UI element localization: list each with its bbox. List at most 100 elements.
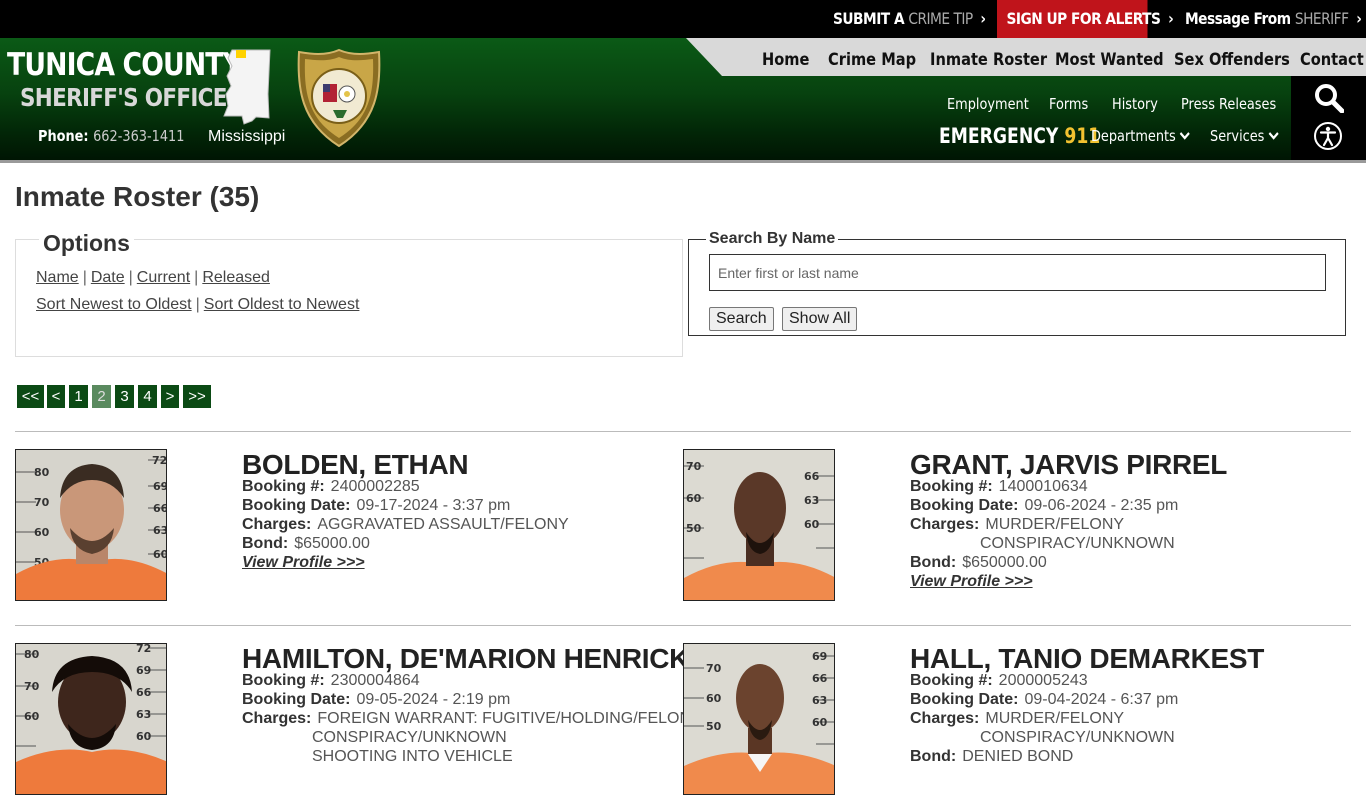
page-1-button[interactable]: 1: [69, 385, 88, 408]
search-icon[interactable]: [1314, 83, 1344, 113]
scale-tick: 60: [153, 548, 167, 561]
scale-tick: 69: [153, 480, 167, 493]
mississippi-map-icon: [223, 49, 271, 125]
charge-value: CONSPIRACY/UNKNOWN: [980, 535, 1175, 552]
nav-contact[interactable]: Contact: [1300, 38, 1364, 76]
sheriff-badge-logo[interactable]: [295, 48, 383, 148]
first-page-button[interactable]: <<: [17, 385, 44, 408]
sort-by-name-link[interactable]: Name: [36, 269, 79, 286]
scale-tick: 60: [706, 692, 722, 705]
sort-oldest-link[interactable]: Sort Oldest to Newest: [204, 296, 360, 313]
charge-value: CONSPIRACY/UNKNOWN: [312, 729, 507, 746]
page-4-button[interactable]: 4: [138, 385, 157, 408]
search-button[interactable]: Search: [709, 307, 774, 331]
phone-number[interactable]: 662-363-1411: [93, 127, 184, 145]
message-from-sheriff-link[interactable]: Message From SHERIFF ›: [1185, 0, 1362, 38]
date-value: 09-06-2024 - 2:35 pm: [1024, 497, 1179, 514]
mugshot-image: 80 70 60 72 69 66 63 60: [16, 644, 166, 794]
filter-released-link[interactable]: Released: [202, 269, 270, 286]
nav-home[interactable]: Home: [762, 38, 809, 76]
page-3-button[interactable]: 3: [115, 385, 134, 408]
scale-tick: 66: [153, 502, 167, 515]
filter-current-link[interactable]: Current: [137, 269, 190, 286]
nav-inmate-roster[interactable]: Inmate Roster: [930, 38, 1047, 76]
scale-tick: 60: [34, 526, 50, 539]
scale-tick: 69: [812, 650, 827, 663]
bond-value: DENIED BOND: [962, 748, 1074, 765]
sort-newest-link[interactable]: Sort Newest to Oldest: [36, 296, 192, 313]
submit-crime-tip-link[interactable]: SUBMIT A CRIME TIP ›: [833, 0, 986, 38]
mugshot-photo[interactable]: 70 60 50 66 63 60: [683, 449, 835, 601]
date-label: Booking Date:: [242, 497, 351, 514]
mugshot-photo[interactable]: 80 70 60 72 69 66 63 60: [15, 643, 167, 795]
booking-label: Booking #:: [242, 672, 325, 689]
nav-press-releases[interactable]: Press Releases: [1181, 95, 1276, 113]
date-label: Booking Date:: [910, 497, 1019, 514]
nav-departments-dropdown[interactable]: Departments: [1091, 127, 1191, 145]
booking-value: 1400010634: [998, 478, 1088, 495]
chevron-right-icon: ›: [1168, 9, 1174, 28]
charges: Charges: MURDER/FELONY: [910, 710, 1124, 728]
services-label: Services: [1210, 127, 1265, 145]
nav-forms[interactable]: Forms: [1049, 95, 1088, 113]
page-2-button[interactable]: 2: [92, 385, 111, 408]
header-icon-panel: [1291, 76, 1366, 160]
booking-date: Booking Date: 09-05-2024 - 2:19 pm: [242, 691, 510, 709]
state-label: Mississippi: [208, 128, 286, 145]
charges: Charges: MURDER/FELONY: [910, 516, 1124, 534]
search-legend: Search By Name: [706, 230, 839, 248]
charges-continued: CONSPIRACY/UNKNOWN: [980, 729, 1175, 747]
mugshot-photo[interactable]: 80 70 60 50 72 69 66 63 60: [15, 449, 167, 601]
booking-number: Booking #: 1400010634: [910, 478, 1088, 496]
scale-tick: 72: [152, 454, 167, 467]
next-page-button[interactable]: >: [161, 385, 179, 408]
prev-page-button[interactable]: <: [47, 385, 65, 408]
last-page-button[interactable]: >>: [183, 385, 211, 408]
inmate-name[interactable]: HAMILTON, DE'MARION HENRICK: [242, 643, 689, 675]
scale-tick: 70: [686, 460, 702, 473]
scale-tick: 60: [812, 716, 828, 729]
booking-label: Booking #:: [242, 478, 325, 495]
brand-office[interactable]: SHERIFF'S OFFICE: [20, 83, 227, 112]
nav-history[interactable]: History: [1112, 95, 1158, 113]
nav-employment[interactable]: Employment: [947, 95, 1029, 113]
sign-up-alerts-link[interactable]: SIGN UP FOR ALERTS ›: [997, 0, 1174, 38]
sort-field-links: Name | Date | Current | Released: [36, 269, 270, 287]
view-profile-link[interactable]: View Profile >>>: [242, 554, 365, 572]
search-input[interactable]: [709, 254, 1326, 291]
accessibility-icon[interactable]: [1313, 121, 1343, 151]
message-from-label: Message From: [1185, 9, 1291, 28]
date-value: 09-17-2024 - 3:37 pm: [356, 497, 511, 514]
scale-tick: 70: [34, 496, 50, 509]
bond: Bond: $650000.00: [910, 554, 1047, 572]
separator: |: [128, 269, 133, 286]
booking-number: Booking #: 2000005243: [910, 672, 1088, 690]
booking-value: 2400002285: [330, 478, 420, 495]
nav-sex-offenders[interactable]: Sex Offenders: [1174, 38, 1290, 76]
show-all-button[interactable]: Show All: [782, 307, 858, 331]
mugshot-image: 70 60 50 66 63 60: [684, 450, 834, 600]
top-bar: SUBMIT A CRIME TIP › SIGN UP FOR ALERTS …: [0, 0, 1366, 38]
chevron-right-icon: ›: [1356, 9, 1362, 28]
bond-label: Bond:: [910, 748, 957, 765]
brand-county[interactable]: TUNICA COUNTY: [7, 47, 242, 83]
mugshot-photo[interactable]: 70 60 50 69 66 63 60: [683, 643, 835, 795]
sort-by-date-link[interactable]: Date: [91, 269, 125, 286]
charges-continued: CONSPIRACY/UNKNOWN: [980, 535, 1175, 553]
nav-services-dropdown[interactable]: Services: [1210, 127, 1279, 145]
scale-tick: 63: [804, 494, 819, 507]
view-profile-link[interactable]: View Profile >>>: [910, 573, 1033, 591]
inmate-name[interactable]: GRANT, JARVIS PIRREL: [910, 449, 1227, 481]
scale-tick: 66: [804, 470, 820, 483]
search-panel: Search By Name Search Show All: [688, 230, 1346, 336]
inmate-name[interactable]: HALL, TANIO DEMARKEST: [910, 643, 1264, 675]
header-divider: [0, 160, 1366, 163]
scale-tick: 72: [136, 644, 151, 655]
nav-most-wanted[interactable]: Most Wanted: [1055, 38, 1164, 76]
scale-tick: 66: [136, 686, 152, 699]
page-title: Inmate Roster (35): [15, 181, 260, 212]
nav-crime-map[interactable]: Crime Map: [828, 38, 916, 76]
scale-tick: 70: [24, 680, 40, 693]
inmate-name[interactable]: BOLDEN, ETHAN: [242, 449, 469, 481]
charges: Charges: FOREIGN WARRANT: FUGITIVE/HOLDIN…: [242, 710, 702, 728]
